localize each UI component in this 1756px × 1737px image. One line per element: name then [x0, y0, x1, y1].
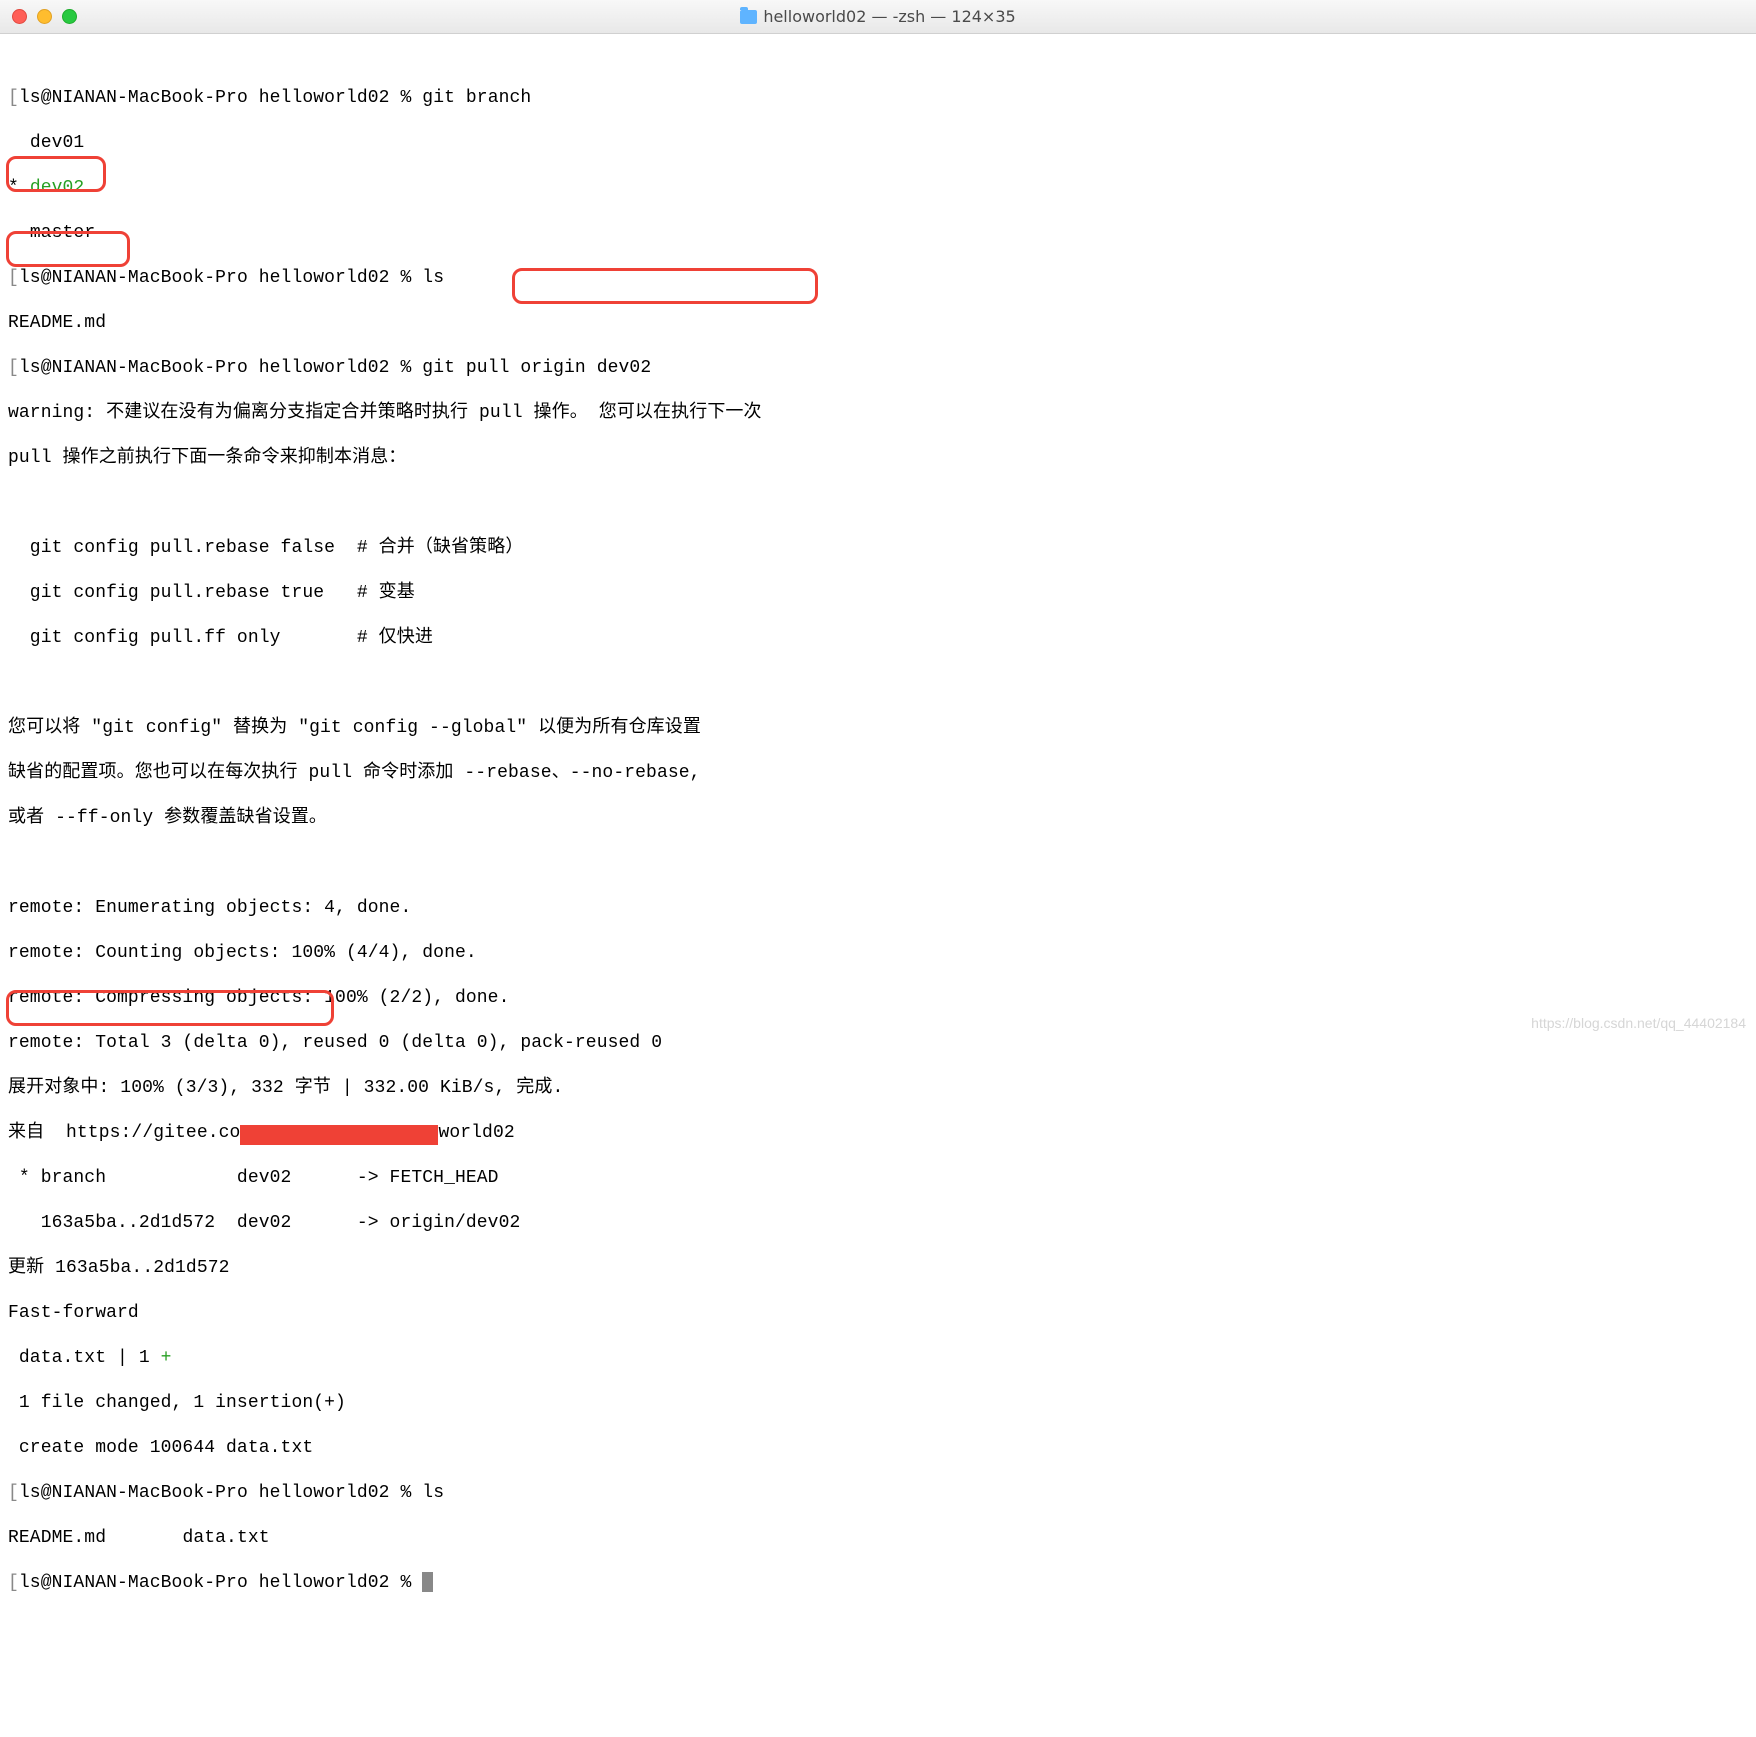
paragraph-3: 或者 --ff-only 参数覆盖缺省设置。 — [8, 807, 1748, 830]
remote-line-3: remote: Compressing objects: 100% (2/2),… — [8, 987, 1748, 1010]
ls-output-1: README.md — [8, 313, 106, 333]
prompt-text: ls@NIANAN-MacBook-Pro helloworld02 % — [19, 268, 411, 288]
paragraph-1: 您可以将 "git config" 替换为 "git config --glob… — [8, 717, 1748, 740]
cfg-line-3: git config pull.ff only # 仅快进 — [8, 627, 1748, 650]
ls-output-2: README.md data.txt — [8, 1528, 270, 1548]
updating-line: 更新 163a5ba..2d1d572 — [8, 1257, 1748, 1280]
window-title-wrap: helloworld02 — -zsh — 124×35 — [0, 0, 1756, 33]
create-line: create mode 100644 data.txt — [8, 1437, 1748, 1460]
branch-origin-line: 163a5ba..2d1d572 dev02 -> origin/dev02 — [8, 1212, 1748, 1235]
branch-master: master — [30, 223, 95, 243]
diff-plus: + — [161, 1348, 172, 1368]
folder-icon — [740, 10, 757, 24]
watermark: https://blog.csdn.net/qq_44402184 — [1531, 1015, 1746, 1033]
prompt-text: ls@NIANAN-MacBook-Pro helloworld02 % — [19, 358, 411, 378]
remote-line-2: remote: Counting objects: 100% (4/4), do… — [8, 942, 1748, 965]
terminal-body[interactable]: [ls@NIANAN-MacBook-Pro helloworld02 % gi… — [0, 34, 1756, 1737]
cfg-line-2: git config pull.rebase true # 变基 — [8, 582, 1748, 605]
stats-line: 1 file changed, 1 insertion(+) — [8, 1392, 1748, 1415]
redacted-url — [240, 1125, 438, 1145]
ff-line: Fast-forward — [8, 1302, 1748, 1325]
titlebar: helloworld02 — -zsh — 124×35 — [0, 0, 1756, 34]
cfg-line-1: git config pull.rebase false # 合并（缺省策略） — [8, 537, 1748, 560]
cmd-git-branch: git branch — [422, 88, 531, 108]
cmd-ls-2: ls — [422, 1483, 444, 1503]
branch-dev01: dev01 — [30, 133, 85, 153]
remote-line-4: remote: Total 3 (delta 0), reused 0 (del… — [8, 1032, 1748, 1055]
remote-line-1: remote: Enumerating objects: 4, done. — [8, 897, 1748, 920]
cursor — [422, 1572, 433, 1592]
warn-line-2: pull 操作之前执行下面一条命令来抑制本消息： — [8, 447, 1748, 470]
prompt-text: ls@NIANAN-MacBook-Pro helloworld02 % — [19, 1483, 411, 1503]
warn-line-1: warning: 不建议在没有为偏离分支指定合并策略时执行 pull 操作。 您… — [8, 402, 1748, 425]
prompt-text: ls@NIANAN-MacBook-Pro helloworld02 % — [19, 1573, 411, 1593]
cmd-git-pull: git pull origin dev02 — [422, 358, 651, 378]
branch-fetch-line: * branch dev02 -> FETCH_HEAD — [8, 1167, 1748, 1190]
prompt-text: ls@NIANAN-MacBook-Pro helloworld02 % — [19, 88, 411, 108]
paragraph-2: 缺省的配置项。您也可以在每次执行 pull 命令时添加 --rebase、--n… — [8, 762, 1748, 785]
cmd-ls-1: ls — [422, 268, 444, 288]
branch-current: dev02 — [30, 178, 85, 198]
window-title: helloworld02 — -zsh — 124×35 — [763, 7, 1015, 27]
unpack-line: 展开对象中: 100% (3/3), 332 字节 | 332.00 KiB/s… — [8, 1077, 1748, 1100]
